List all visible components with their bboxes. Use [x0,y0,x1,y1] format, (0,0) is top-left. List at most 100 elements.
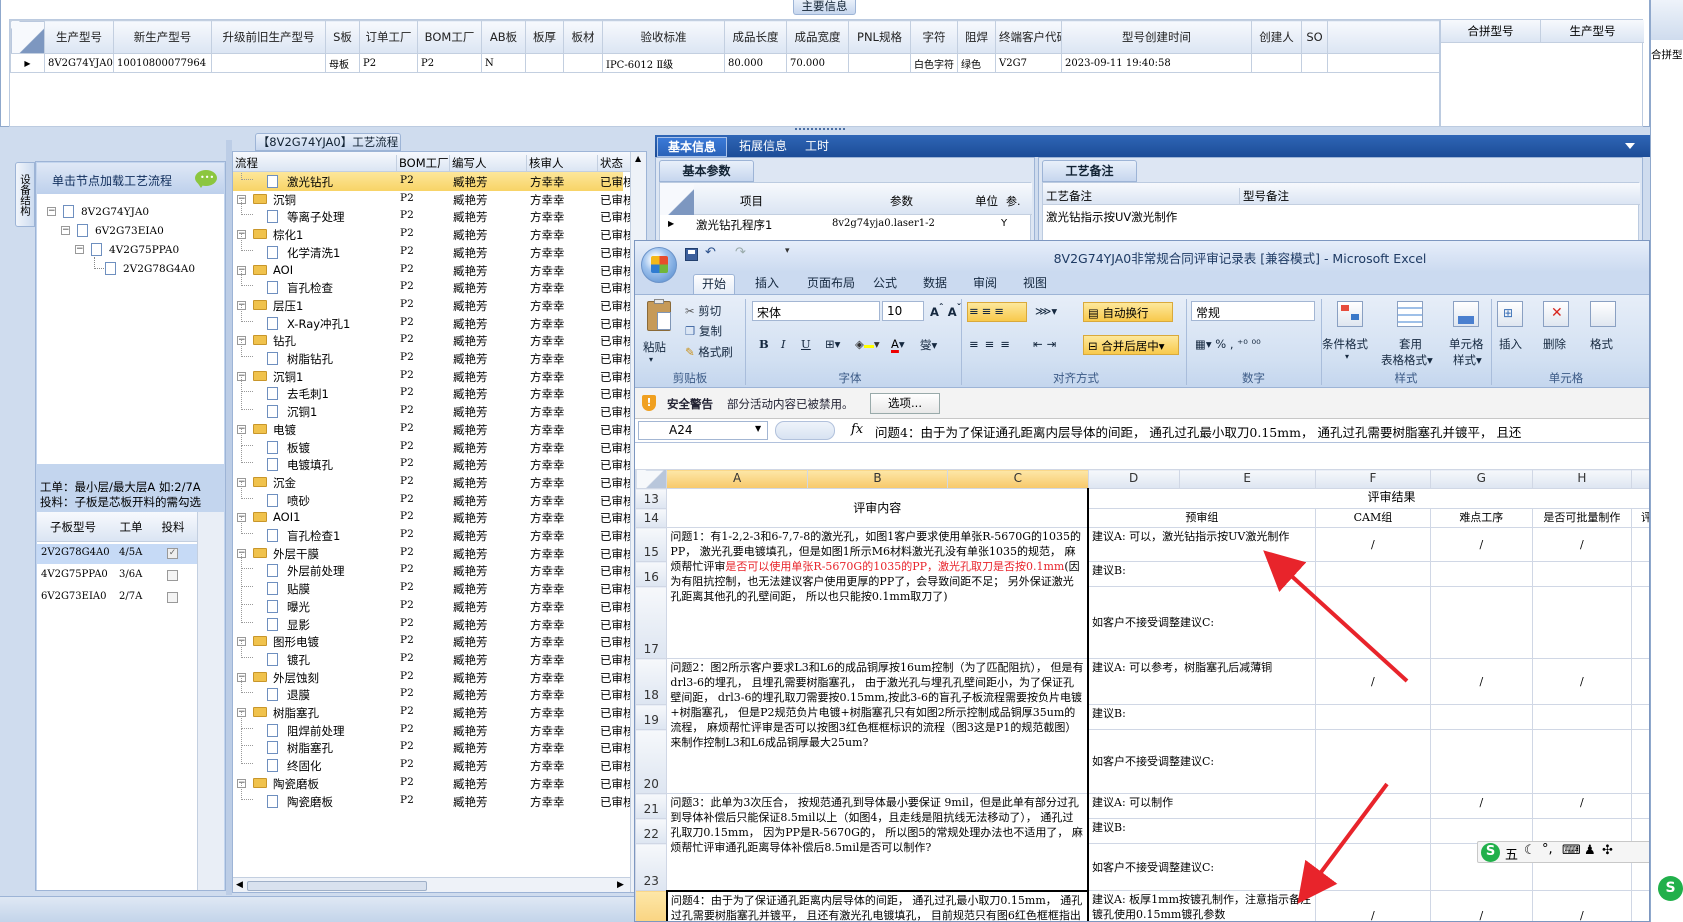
row-header[interactable]: 13 [635,488,668,509]
grid-cell[interactable]: IPC-6012 Ⅱ级 [602,53,725,73]
col-header[interactable]: S板 [325,20,360,54]
grid-cell[interactable]: 白色字符 [910,53,958,73]
ribbon-tab[interactable]: 审阅 [965,274,1005,294]
feed-checkbox[interactable] [167,570,178,581]
batch-cell[interactable]: / [1531,890,1633,921]
ribbon-tab[interactable]: 数据 [915,274,955,294]
col-header[interactable]: 生产型号 [44,20,114,54]
underline-button[interactable]: U [801,337,811,351]
process-row[interactable]: 树脂塞孔 P2 臧艳芳 方幸幸 已审核 [233,729,633,757]
sub-col-header[interactable]: 投料 [153,519,193,535]
table-format-button[interactable]: 套用 [1399,336,1422,352]
process-row[interactable]: 终固化 P2 臧艳芳 方幸幸 已审核 [233,747,633,775]
keyboard-icon[interactable]: ⌨ [1562,843,1581,858]
formula-input[interactable]: 问题4：由于为了保证通孔距离内层导体的间距， 通孔过孔最小取刀0.15mm， 通… [875,422,1649,441]
qat-customize-icon[interactable]: ▾ [785,246,790,256]
cell-style-button[interactable]: 单元格 [1449,336,1484,352]
grid-cell[interactable]: N [481,53,526,73]
process-row[interactable]: 去毛刺1 P2 臧艳芳 方幸幸 已审核 [233,375,633,403]
row-header[interactable]: 23 [635,843,668,891]
difficult-cell[interactable]: / [1430,890,1533,921]
question-2-cell[interactable]: 问题2：图2所示客户要求L3和L6的成品铜厚按16um控制（为了匹配阻抗）， 但… [666,658,1090,794]
merge-col-header[interactable]: 生产型号 [1541,20,1644,43]
signature-header[interactable]: 评审签名 [1631,508,1649,528]
process-row[interactable]: 板镀 P2 臧艳芳 方幸幸 已审核 [233,428,633,457]
param-flag[interactable]: Y [1001,218,1007,229]
sub-row-model[interactable]: 6V2G73EIA0 [41,591,107,602]
tab-work-hours[interactable]: 工时 [797,137,837,157]
table-format-icon[interactable] [1397,301,1423,327]
indent-icon[interactable]: ⇤⇥ [1033,337,1060,351]
process-row[interactable]: − 电镀 P2 臧艳芳 方幸幸 已审核 [233,420,633,439]
moon-icon[interactable]: ☾ [1524,843,1536,858]
grid-cell[interactable] [525,53,564,73]
batch-cell[interactable]: / [1531,658,1633,705]
grid-cell[interactable]: 8V2G74YJA0 [44,53,114,73]
insert-cells-icon[interactable]: ⊞ [1497,301,1523,327]
process-hscroll[interactable]: ◀ ▶ [233,877,630,892]
font-name-select[interactable]: 宋体 [752,301,880,321]
process-row[interactable]: − 沉金 P2 臧艳芳 方幸幸 已审核 [233,473,633,492]
cam-cell[interactable]: / [1314,527,1432,562]
param-col-header[interactable]: 单位 [975,193,998,209]
suggestion-a-cell[interactable]: 建议A: 板厚1mm按镀孔制作，注意指示备注镀孔使用0.15mm镀孔参数 [1087,890,1316,921]
process-row[interactable]: X-Ray冲孔1 P2 臧艳芳 方幸幸 已审核 [233,304,633,333]
col-header[interactable]: 终端客户代码 [995,20,1062,54]
col-letter[interactable]: G [1430,469,1533,489]
sub-col-header[interactable]: 工单 [111,519,151,535]
process-row[interactable]: − 陶瓷磨板 P2 臧艳芳 方幸幸 已审核 [233,774,633,793]
question-3-cell[interactable]: 问题3：此单为3次压合， 按规范通孔到导体最小要保证 9mil，但是此单有部分过… [666,793,1090,891]
process-row[interactable]: − 层压1 P2 臧艳芳 方幸幸 已审核 [233,296,633,315]
process-row[interactable]: − 沉铜 P2 臧艳芳 方幸幸 已审核 [233,190,633,209]
process-row[interactable]: − 棕化1 P2 臧艳芳 方幸幸 已审核 [233,225,633,244]
process-row[interactable]: − AOI1 P2 臧艳芳 方幸幸 已审核 [233,508,633,527]
col-letter[interactable]: C [947,469,1089,489]
col-letter[interactable]: F [1314,469,1432,489]
process-row[interactable]: 电镀填孔 P2 臧艳芳 方幸幸 已审核 [233,446,633,474]
col-header[interactable]: 板材 [563,20,603,54]
undo-icon[interactable]: ↶ [705,245,716,260]
merge-col-header[interactable]: 合拼型号 [1441,20,1541,43]
tree-node[interactable]: −4V2G75PPA0 [75,242,225,258]
suggestion-b-cell[interactable]: 建议B: [1087,561,1316,587]
toolbox-icon[interactable]: ✣ [1602,843,1613,858]
notes-col-header[interactable]: 工艺备注 [1046,188,1092,204]
grid-cell[interactable]: P2 [417,53,482,73]
signature-cell[interactable]: chen [1631,658,1649,705]
process-row[interactable]: − 沉铜1 P2 臧艳芳 方幸幸 已审核 [233,367,633,386]
process-row[interactable]: − 钻孔 P2 臧艳芳 方幸幸 已审核 [233,331,633,350]
process-row[interactable]: 盲孔检查1 P2 臧艳芳 方幸幸 已审核 [233,517,633,545]
process-row[interactable]: − 外层蚀刻 P2 臧艳芳 方幸幸 已审核 [233,668,633,687]
delete-cells-icon[interactable]: ✕ [1543,301,1569,327]
row-header-selected[interactable]: 24 [635,890,668,921]
col-header[interactable]: 验收标准 [602,20,725,54]
difficult-cell[interactable]: / [1430,658,1533,705]
row-header[interactable]: 15 [635,527,668,562]
bold-button[interactable]: B [759,337,769,351]
cam-header[interactable]: CAM组 [1314,508,1432,528]
phonetic-icon[interactable]: 燮▾ [920,337,937,353]
sub-row-order[interactable]: 4/5A [119,547,142,558]
param-col-header[interactable]: 参. [1006,193,1021,209]
row-header[interactable]: 20 [635,729,668,794]
process-row[interactable]: 贴膜 P2 臧艳芳 方幸幸 已审核 [233,570,633,598]
row-header[interactable]: 16 [635,561,668,587]
font-size-select[interactable]: 10 [882,301,924,321]
row-indicator[interactable]: ▶ [10,53,45,73]
save-icon[interactable] [685,248,698,261]
office-button[interactable] [641,247,677,283]
process-row[interactable]: 盲孔检查 P2 臧艳芳 方幸幸 已审核 [233,269,633,297]
col-header[interactable]: 字符 [910,20,958,54]
process-col-header[interactable]: 编写人 [449,155,487,171]
left-vertical-tab[interactable]: 设备结构 [15,162,35,227]
feed-checkbox[interactable]: ✓ [167,548,178,559]
col-header[interactable]: 阻焊 [957,20,996,54]
cut-button[interactable]: ✂ 剪切 [685,303,721,319]
difficult-process-header[interactable]: 难点工序 [1430,508,1533,528]
suggestion-b-cell[interactable]: 建议B: [1087,818,1316,844]
col-letter[interactable]: I [1631,469,1649,489]
row-header[interactable]: 19 [635,704,668,730]
ribbon-tab[interactable]: 插入 [747,274,787,294]
col-letter[interactable]: H [1531,469,1633,489]
signature-cell[interactable]: chen [1631,793,1649,819]
